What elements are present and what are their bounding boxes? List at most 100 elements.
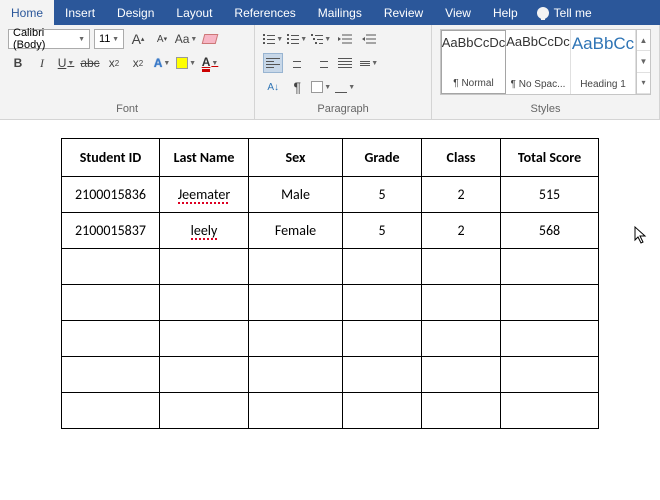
underline-button[interactable]: U▼: [56, 53, 76, 73]
table-cell[interactable]: [249, 321, 343, 357]
sort-button[interactable]: A↓: [263, 77, 283, 97]
table-cell[interactable]: [160, 249, 249, 285]
tab-help[interactable]: Help: [482, 0, 529, 25]
grow-font-button[interactable]: A▴: [128, 29, 148, 49]
shading-button[interactable]: ▼: [311, 77, 331, 97]
show-marks-button[interactable]: ¶: [287, 77, 307, 97]
table-cell[interactable]: [343, 249, 422, 285]
table-cell[interactable]: [62, 393, 160, 429]
decrease-indent-button[interactable]: [335, 29, 355, 49]
superscript-button[interactable]: x2: [128, 53, 148, 73]
bold-button[interactable]: B: [8, 53, 28, 73]
table-cell[interactable]: [343, 321, 422, 357]
table-cell[interactable]: [501, 249, 599, 285]
style-heading-1[interactable]: AaBbCc Heading 1: [571, 30, 636, 94]
clear-formatting-button[interactable]: [200, 29, 220, 49]
table-row[interactable]: 2100015836JeematerMale52515: [62, 177, 599, 213]
table-cell[interactable]: 5: [343, 213, 422, 249]
style-normal[interactable]: AaBbCcDc ¶ Normal: [441, 30, 506, 94]
column-header[interactable]: Grade: [343, 139, 422, 177]
tab-mailings[interactable]: Mailings: [307, 0, 373, 25]
table-cell[interactable]: [160, 285, 249, 321]
table-cell[interactable]: [422, 321, 501, 357]
align-left-button[interactable]: [263, 53, 283, 73]
table-row[interactable]: [62, 357, 599, 393]
font-name-combo[interactable]: Calibri (Body) ▼: [8, 29, 90, 49]
table-cell[interactable]: Female: [249, 213, 343, 249]
table-cell[interactable]: [249, 285, 343, 321]
table-cell[interactable]: [422, 357, 501, 393]
align-center-button[interactable]: [287, 53, 307, 73]
table-cell[interactable]: [343, 393, 422, 429]
increase-indent-button[interactable]: [359, 29, 379, 49]
italic-button[interactable]: I: [32, 53, 52, 73]
table-cell[interactable]: 2: [422, 213, 501, 249]
align-right-button[interactable]: [311, 53, 331, 73]
table-cell[interactable]: Jeemater: [160, 177, 249, 213]
borders-button[interactable]: ▼: [335, 77, 355, 97]
table-cell[interactable]: [422, 393, 501, 429]
text-effects-button[interactable]: A▼: [152, 53, 172, 73]
table-row[interactable]: [62, 393, 599, 429]
table-cell[interactable]: [62, 249, 160, 285]
numbering-button[interactable]: ▼: [287, 29, 307, 49]
column-header[interactable]: Class: [422, 139, 501, 177]
column-header[interactable]: Total Score: [501, 139, 599, 177]
table-cell[interactable]: [62, 285, 160, 321]
table-cell[interactable]: [249, 249, 343, 285]
style-no-spacing[interactable]: AaBbCcDc ¶ No Spac...: [506, 30, 571, 94]
table-cell[interactable]: 568: [501, 213, 599, 249]
table-cell[interactable]: 2100015837: [62, 213, 160, 249]
bullets-button[interactable]: ▼: [263, 29, 283, 49]
column-header[interactable]: Last Name: [160, 139, 249, 177]
table-cell[interactable]: [422, 249, 501, 285]
table-cell[interactable]: 2100015836: [62, 177, 160, 213]
table-cell[interactable]: leely: [160, 213, 249, 249]
table-row[interactable]: [62, 285, 599, 321]
highlight-color-button[interactable]: ▼: [176, 53, 196, 73]
tab-design[interactable]: Design: [106, 0, 165, 25]
justify-button[interactable]: [335, 53, 355, 73]
line-spacing-button[interactable]: ▼: [359, 53, 379, 73]
table-cell[interactable]: 2: [422, 177, 501, 213]
document-area[interactable]: Student IDLast NameSexGradeClassTotal Sc…: [0, 120, 660, 429]
table-cell[interactable]: [422, 285, 501, 321]
multilevel-list-button[interactable]: ▼: [311, 29, 331, 49]
column-header[interactable]: Sex: [249, 139, 343, 177]
table-row[interactable]: 2100015837leelyFemale52568: [62, 213, 599, 249]
tab-insert[interactable]: Insert: [54, 0, 106, 25]
font-color-button[interactable]: A▼: [200, 53, 220, 73]
strikethrough-button[interactable]: abc: [80, 53, 100, 73]
column-header[interactable]: Student ID: [62, 139, 160, 177]
table-cell[interactable]: [160, 357, 249, 393]
tab-home[interactable]: Home: [0, 0, 54, 25]
student-table[interactable]: Student IDLast NameSexGradeClassTotal Sc…: [61, 138, 599, 429]
table-cell[interactable]: [62, 321, 160, 357]
table-cell[interactable]: [343, 357, 422, 393]
tab-references[interactable]: References: [223, 0, 306, 25]
table-cell[interactable]: 5: [343, 177, 422, 213]
table-row[interactable]: [62, 321, 599, 357]
table-cell[interactable]: [343, 285, 422, 321]
gallery-scroll[interactable]: ▲ ▼ ▾: [636, 30, 650, 94]
change-case-button[interactable]: Aa▼: [176, 29, 196, 49]
table-cell[interactable]: [249, 357, 343, 393]
table-row[interactable]: [62, 249, 599, 285]
tell-me-search[interactable]: Tell me: [529, 0, 600, 25]
table-cell[interactable]: [249, 393, 343, 429]
table-cell[interactable]: Male: [249, 177, 343, 213]
tab-view[interactable]: View: [434, 0, 482, 25]
table-cell[interactable]: [160, 393, 249, 429]
table-cell[interactable]: [501, 285, 599, 321]
subscript-button[interactable]: x2: [104, 53, 124, 73]
table-cell[interactable]: [501, 357, 599, 393]
table-cell[interactable]: [62, 357, 160, 393]
tab-layout[interactable]: Layout: [165, 0, 223, 25]
table-cell[interactable]: 515: [501, 177, 599, 213]
table-cell[interactable]: [501, 393, 599, 429]
table-cell[interactable]: [501, 321, 599, 357]
shrink-font-button[interactable]: A▾: [152, 29, 172, 49]
tab-review[interactable]: Review: [373, 0, 434, 25]
font-size-combo[interactable]: 11 ▼: [94, 29, 124, 49]
table-cell[interactable]: [160, 321, 249, 357]
